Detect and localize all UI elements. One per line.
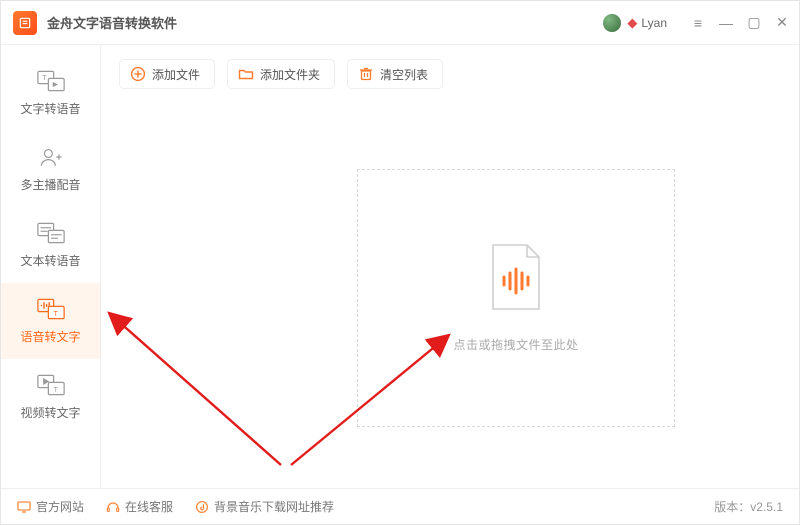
main-panel: 添加文件 添加文件夹 清空列表: [101, 45, 799, 488]
tts-icon: T: [37, 70, 65, 92]
monitor-icon: [17, 500, 31, 514]
titlebar: 金舟文字语音转换软件 ◆ Lyan ≡ — ▢ ✕: [1, 1, 799, 45]
app-logo-icon: [13, 11, 37, 35]
menu-button[interactable]: ≡: [691, 15, 705, 31]
sidebar-item-text-to-speech[interactable]: T 文字转语音: [1, 55, 100, 131]
plus-circle-icon: [130, 66, 146, 82]
audio-file-icon: [487, 243, 545, 318]
multi-host-icon: [37, 146, 65, 168]
official-site-link[interactable]: 官方网站: [17, 498, 84, 515]
maximize-button[interactable]: ▢: [747, 14, 761, 31]
sidebar-item-label: 多主播配音: [20, 176, 80, 193]
music-icon: [195, 500, 209, 514]
add-file-button[interactable]: 添加文件: [119, 59, 215, 89]
button-label: 添加文件: [152, 66, 200, 83]
sidebar-item-speech-to-text[interactable]: T 语音转文字: [1, 283, 100, 359]
sidebar-item-label: 文本转语音: [20, 252, 80, 269]
body: T 文字转语音 多主播配音 文本转语音 T 语音转文字: [1, 45, 799, 488]
sidebar-item-doc-to-speech[interactable]: 文本转语音: [1, 207, 100, 283]
stt-icon: T: [37, 298, 65, 320]
vip-gem-icon: ◆: [627, 15, 637, 31]
clear-list-button[interactable]: 清空列表: [347, 59, 443, 89]
video-to-text-icon: T: [37, 374, 65, 396]
button-label: 清空列表: [380, 66, 428, 83]
svg-text:T: T: [42, 75, 47, 82]
close-button[interactable]: ✕: [775, 14, 789, 31]
footer: 官方网站 在线客服 背景音乐下载网址推荐 版本：v2.5.1: [1, 488, 799, 524]
trash-icon: [358, 66, 374, 82]
add-folder-button[interactable]: 添加文件夹: [227, 59, 335, 89]
sidebar-item-video-to-text[interactable]: T 视频转文字: [1, 359, 100, 435]
footer-link-label: 背景音乐下载网址推荐: [214, 498, 334, 515]
svg-text:T: T: [53, 311, 58, 318]
app-window: 金舟文字语音转换软件 ◆ Lyan ≡ — ▢ ✕ T 文字转语音: [0, 0, 800, 525]
svg-text:T: T: [53, 387, 58, 394]
sidebar: T 文字转语音 多主播配音 文本转语音 T 语音转文字: [1, 45, 101, 488]
sidebar-item-multi-host[interactable]: 多主播配音: [1, 131, 100, 207]
button-label: 添加文件夹: [260, 66, 320, 83]
doc-tts-icon: [37, 222, 65, 244]
app-title: 金舟文字语音转换软件: [47, 13, 177, 32]
user-name[interactable]: Lyan: [641, 16, 667, 30]
toolbar: 添加文件 添加文件夹 清空列表: [119, 59, 779, 89]
drop-zone[interactable]: 点击或拖拽文件至此处: [357, 169, 675, 427]
sidebar-item-label: 语音转文字: [20, 328, 80, 345]
headset-icon: [106, 500, 120, 514]
footer-link-label: 在线客服: [125, 498, 173, 515]
user-avatar-icon[interactable]: [603, 14, 621, 32]
window-controls: ≡ — ▢ ✕: [691, 14, 789, 31]
sidebar-item-label: 视频转文字: [20, 404, 80, 421]
version-text: 版本：v2.5.1: [714, 498, 783, 515]
folder-icon: [238, 66, 254, 82]
drop-hint-text: 点击或拖拽文件至此处: [453, 336, 578, 353]
minimize-button[interactable]: —: [719, 15, 733, 31]
online-service-link[interactable]: 在线客服: [106, 498, 173, 515]
footer-link-label: 官方网站: [36, 498, 84, 515]
bgm-recommend-link[interactable]: 背景音乐下载网址推荐: [195, 498, 334, 515]
sidebar-item-label: 文字转语音: [20, 100, 80, 117]
